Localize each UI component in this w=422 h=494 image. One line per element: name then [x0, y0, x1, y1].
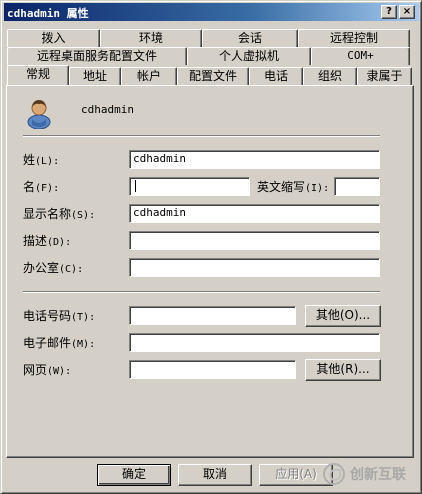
display-name-label: 显示名称(S): — [23, 207, 96, 221]
email-label: 电子邮件(M): — [23, 336, 96, 350]
tab-remote-control[interactable]: 远程控制 — [298, 29, 410, 47]
properties-dialog: cdhadmin 属性 ? × 拨入 环境 会话 远程控制 远程桌面服务配置文件… — [0, 0, 422, 494]
display-name-field[interactable]: cdhadmin — [129, 204, 380, 223]
office-label: 办公室(C): — [23, 261, 84, 275]
office-field[interactable] — [129, 258, 380, 277]
watermark: 创新互联 — [323, 459, 422, 489]
other-phone-button[interactable]: 其他(O)... — [305, 305, 381, 327]
webpage-label: 网页(W): — [23, 363, 72, 377]
phone-field[interactable] — [129, 306, 296, 325]
tab-dial-in[interactable]: 拨入 — [7, 29, 100, 47]
user-name: cdhadmin — [81, 103, 134, 116]
description-label: 描述(D): — [23, 234, 72, 248]
close-button[interactable]: × — [399, 5, 415, 19]
help-button[interactable]: ? — [381, 5, 397, 19]
tab-account[interactable]: 帐户 — [121, 67, 177, 85]
initials-label: 英文缩写(I): — [257, 180, 330, 194]
ok-button[interactable]: 确定 — [97, 464, 171, 486]
tab-sessions[interactable]: 会话 — [202, 29, 298, 47]
tab-environment[interactable]: 环境 — [100, 29, 202, 47]
tab-organization[interactable]: 组织 — [303, 67, 357, 85]
first-name-field[interactable] — [129, 177, 250, 196]
tab-profile[interactable]: 配置文件 — [177, 67, 249, 85]
initials-field[interactable] — [334, 177, 380, 196]
user-icon — [27, 100, 51, 129]
description-field[interactable] — [129, 231, 380, 250]
cancel-button[interactable]: 取消 — [178, 464, 252, 486]
tab-rds-profile[interactable]: 远程桌面服务配置文件 — [7, 47, 187, 65]
last-name-field[interactable]: cdhadmin — [129, 150, 380, 169]
tab-personal-vm[interactable]: 个人虚拟机 — [187, 47, 311, 65]
separator-top — [23, 135, 380, 137]
text-caret — [135, 180, 136, 192]
tab-member-of[interactable]: 隶属于 — [357, 67, 412, 85]
phone-label: 电话号码(T): — [23, 309, 96, 323]
apply-button[interactable]: 应用(A) — [259, 464, 333, 486]
title-bar[interactable]: cdhadmin 属性 ? × — [4, 3, 419, 21]
first-name-label: 名(F): — [23, 180, 60, 194]
other-web-button[interactable]: 其他(R)... — [305, 359, 381, 381]
watermark-text: 创新互联 — [350, 467, 406, 483]
window-title: cdhadmin 属性 — [7, 7, 89, 20]
tab-com-plus[interactable]: COM+ — [311, 47, 410, 65]
tab-telephones[interactable]: 电话 — [249, 67, 303, 85]
last-name-label: 姓(L): — [23, 153, 60, 167]
tab-address[interactable]: 地址 — [69, 67, 121, 85]
separator-middle — [23, 291, 380, 293]
email-field[interactable] — [129, 333, 380, 352]
tab-general[interactable]: 常规 — [7, 65, 69, 85]
watermark-logo-icon — [323, 463, 345, 485]
webpage-field[interactable] — [129, 360, 296, 379]
